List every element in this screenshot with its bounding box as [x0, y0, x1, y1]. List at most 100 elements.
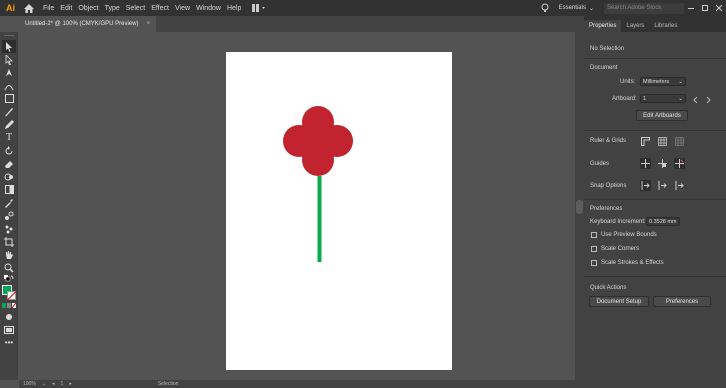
artboard-label: Artboard:	[612, 96, 637, 102]
blend-tool-icon[interactable]	[2, 209, 16, 222]
selection-tool-icon[interactable]	[2, 40, 16, 53]
color-mode-icons[interactable]	[2, 301, 16, 310]
menu-effect[interactable]: Effect	[148, 5, 172, 12]
toolbar-grip-icon	[2, 32, 16, 40]
artboard[interactable]	[226, 52, 452, 370]
artboard-tool-icon[interactable]	[2, 235, 16, 248]
more-tools-icon[interactable]: •••	[2, 336, 16, 349]
pen-tool-icon[interactable]	[2, 66, 16, 79]
preferences-section-label: Preferences	[590, 206, 623, 212]
type-tool-icon[interactable]: T	[2, 131, 16, 144]
snap-to-point-icon[interactable]	[640, 180, 651, 191]
stock-search-input[interactable]: Search Adobe Stock	[604, 2, 684, 14]
use-preview-bounds-checkbox[interactable]	[591, 232, 597, 238]
artboard-select[interactable]: 1 ⌄	[640, 94, 686, 103]
snap-options-label: Snap Options	[590, 183, 627, 189]
quick-actions-label: Quick Actions	[590, 285, 627, 291]
menu-select[interactable]: Select	[123, 5, 148, 12]
snap-to-grid-icon[interactable]	[657, 180, 668, 191]
lightbulb-icon[interactable]	[539, 2, 551, 14]
menu-edit[interactable]: Edit	[57, 5, 75, 12]
tab-layers[interactable]: Layers	[621, 20, 649, 32]
hand-tool-icon[interactable]	[2, 248, 16, 261]
menu-object[interactable]: Object	[75, 5, 101, 12]
gradient-tool-icon[interactable]	[2, 183, 16, 196]
artboard-navigation-next-icon[interactable]: ▸	[69, 381, 72, 387]
pixel-grid-icon[interactable]	[674, 136, 685, 147]
edit-artboards-button[interactable]: Edit Artboards	[636, 110, 688, 121]
ruler-icon[interactable]	[640, 136, 651, 147]
swap-colors-icon[interactable]	[2, 274, 16, 283]
units-value: Millimeters	[643, 78, 670, 85]
status-bar: 100% ⌄ ◂ 1 ▸ Selection	[19, 380, 584, 388]
close-tab-icon[interactable]: ×	[146, 21, 150, 27]
workspace-switcher[interactable]: Essentials ⌄	[559, 5, 594, 12]
eraser-tool-icon[interactable]	[2, 157, 16, 170]
chevron-down-icon[interactable]: ⌄	[42, 381, 46, 387]
properties-panel: Properties Layers Libraries No Selection…	[584, 16, 726, 388]
document-tab[interactable]: Untitled-2* @ 100% (CMYK/GPU Preview) ×	[19, 16, 156, 32]
canvas-area[interactable]	[19, 32, 575, 380]
direct-selection-tool-icon[interactable]	[2, 53, 16, 66]
eyedropper-tool-icon[interactable]	[2, 196, 16, 209]
stroke-color-swatch[interactable]	[7, 291, 16, 300]
ruler-grids-label: Ruler & Grids	[590, 138, 627, 144]
artboard-next-icon[interactable]	[702, 94, 713, 105]
rotate-tool-icon[interactable]	[2, 144, 16, 157]
symbol-sprayer-tool-icon[interactable]	[2, 222, 16, 235]
panel-divider	[584, 130, 726, 131]
app-logo: Ai	[6, 3, 15, 13]
draw-mode-icon[interactable]	[2, 310, 16, 323]
close-window-icon[interactable]	[712, 0, 726, 16]
artboard-number[interactable]: 1	[61, 381, 64, 387]
petal-center	[302, 125, 334, 157]
tools-panel: T •••	[0, 32, 18, 380]
scale-strokes-effects-checkbox[interactable]	[591, 260, 597, 266]
curvature-tool-icon[interactable]	[2, 79, 16, 92]
menu-help[interactable]: Help	[224, 5, 244, 12]
menu-view[interactable]: View	[172, 5, 193, 12]
chevron-down-icon: ⌄	[588, 5, 594, 12]
chevron-down-icon: ⌄	[678, 78, 683, 85]
arrange-documents-icon[interactable]	[252, 3, 266, 13]
menu-window[interactable]: Window	[193, 5, 224, 12]
artboard-prev-icon[interactable]	[690, 94, 701, 105]
menu-type[interactable]: Type	[102, 5, 123, 12]
preferences-button[interactable]: Preferences	[653, 296, 711, 307]
snap-to-pixel-icon[interactable]	[674, 180, 685, 191]
rectangle-tool-icon[interactable]	[2, 92, 16, 105]
grid-icon[interactable]	[657, 136, 668, 147]
units-label: Units:	[620, 79, 636, 85]
maximize-icon[interactable]	[698, 0, 712, 16]
smart-guides-icon[interactable]	[674, 158, 685, 169]
units-select[interactable]: Millimeters ⌄	[640, 77, 686, 86]
menu-file[interactable]: File	[40, 5, 57, 12]
scale-corners-label: Scale Corners	[601, 246, 640, 252]
fill-stroke-swatches[interactable]	[1, 285, 17, 301]
tab-properties[interactable]: Properties	[584, 20, 622, 32]
home-icon[interactable]	[22, 1, 36, 15]
flower-artwork[interactable]	[226, 52, 452, 370]
lock-guides-icon[interactable]	[657, 158, 668, 169]
current-tool-label: Selection	[157, 381, 179, 387]
vertical-scrollbar[interactable]	[575, 32, 584, 380]
paintbrush-tool-icon[interactable]	[2, 105, 16, 118]
scrollbar-thumb[interactable]	[576, 200, 583, 214]
guides-label: Guides	[590, 161, 610, 167]
keyboard-increment-input[interactable]: 0.3528 mm	[646, 217, 680, 226]
zoom-tool-icon[interactable]	[2, 261, 16, 274]
document-tab-title: Untitled-2* @ 100% (CMYK/GPU Preview)	[25, 21, 139, 27]
panel-tabs: Properties Layers Libraries	[584, 16, 726, 32]
zoom-level[interactable]: 100%	[23, 381, 36, 387]
scale-corners-checkbox[interactable]	[591, 246, 597, 252]
scale-strokes-effects-label: Scale Strokes & Effects	[601, 260, 664, 266]
pencil-tool-icon[interactable]	[2, 118, 16, 131]
screen-mode-icon[interactable]	[2, 323, 16, 336]
document-setup-button[interactable]: Document Setup	[589, 296, 649, 307]
artboard-navigation-prev-icon[interactable]: ◂	[52, 381, 55, 387]
minimize-icon[interactable]	[684, 0, 698, 16]
selection-status: No Selection	[590, 46, 625, 52]
shape-builder-tool-icon[interactable]	[2, 170, 16, 183]
show-guides-icon[interactable]	[640, 158, 651, 169]
tab-libraries[interactable]: Libraries	[649, 20, 682, 32]
